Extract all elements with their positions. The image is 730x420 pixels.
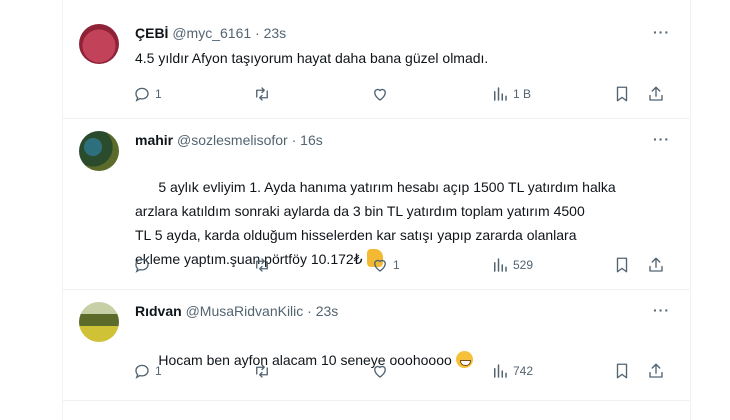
- action-bar: 1 529: [133, 255, 673, 275]
- like-icon: [374, 365, 386, 378]
- retweet-icon: [256, 258, 268, 272]
- share-button[interactable]: [647, 255, 665, 275]
- bookmark-icon: [616, 363, 628, 379]
- display-name[interactable]: Rıdvan: [135, 303, 182, 319]
- views-button[interactable]: 742: [491, 361, 533, 381]
- action-bar: 1 742: [133, 361, 673, 381]
- handle[interactable]: @myc_6161: [172, 25, 251, 41]
- tweet-header: Rıdvan @MusaRidvanKilic · 23s: [135, 302, 338, 320]
- reply-icon: [135, 258, 149, 273]
- views-icon: [494, 364, 507, 378]
- reply-icon: [135, 364, 149, 379]
- views-button[interactable]: 529: [491, 255, 533, 275]
- reply-icon: [135, 87, 149, 102]
- like-icon: [374, 259, 386, 272]
- share-button[interactable]: [647, 361, 665, 381]
- reply-button[interactable]: 1: [133, 84, 162, 104]
- retweet-icon: [256, 364, 268, 378]
- like-button[interactable]: [371, 84, 393, 104]
- bookmark-icon: [616, 86, 628, 102]
- retweet-icon: [256, 87, 268, 101]
- like-count: 1: [393, 258, 400, 272]
- share-icon: [649, 257, 663, 272]
- display-name[interactable]: mahir: [135, 132, 173, 148]
- views-button[interactable]: 1 B: [491, 84, 531, 104]
- display-name[interactable]: ÇEBİ: [135, 25, 168, 41]
- more-options-button[interactable]: ···: [653, 302, 670, 318]
- share-icon: [649, 86, 663, 101]
- more-options-button[interactable]: ···: [653, 131, 670, 147]
- bookmark-button[interactable]: [613, 361, 631, 381]
- tweet[interactable]: Rıdvan @MusaRidvanKilic · 23s ··· Hocam …: [63, 290, 690, 401]
- share-icon: [649, 363, 663, 378]
- views-count: 742: [513, 364, 534, 378]
- views-icon: [494, 87, 507, 101]
- reply-count: 1: [155, 364, 162, 378]
- avatar[interactable]: [79, 131, 119, 171]
- reply-button[interactable]: 1: [133, 361, 162, 381]
- timestamp[interactable]: 23s: [316, 303, 339, 319]
- timeline: ÇEBİ @myc_6161 · 23s ··· 4.5 yıldır Afyo…: [62, 0, 691, 420]
- tweet-header: mahir @sozlesmelisofor · 16s: [135, 131, 323, 149]
- retweet-button[interactable]: [253, 255, 271, 275]
- retweet-button[interactable]: [253, 84, 271, 104]
- tweet[interactable]: ÇEBİ @myc_6161 · 23s ··· 4.5 yıldır Afyo…: [63, 0, 690, 119]
- tweet-text: Hocam ben ayfon alacam 10 seneye ooohooo…: [135, 324, 615, 396]
- tweet-header: ÇEBİ @myc_6161 · 23s: [135, 24, 286, 42]
- handle[interactable]: @MusaRidvanKilic: [186, 303, 304, 319]
- avatar[interactable]: [79, 24, 119, 64]
- timestamp[interactable]: 23s: [264, 25, 287, 41]
- like-button[interactable]: [371, 361, 393, 381]
- views-count: 529: [513, 258, 534, 272]
- action-bar: 1 1 B: [133, 84, 673, 104]
- reply-button[interactable]: [133, 255, 155, 275]
- timestamp[interactable]: 16s: [300, 132, 323, 148]
- tweet[interactable]: mahir @sozlesmelisofor · 16s ··· 5 aylık…: [63, 119, 690, 290]
- tweet-text: 4.5 yıldır Afyon taşıyorum hayat daha ba…: [135, 50, 489, 66]
- like-button[interactable]: 1: [371, 255, 400, 275]
- reply-count: 1: [155, 87, 162, 101]
- separator: ·: [255, 25, 260, 41]
- separator: ·: [291, 132, 297, 148]
- avatar[interactable]: [79, 302, 119, 342]
- bookmark-icon: [616, 257, 628, 273]
- bookmark-button[interactable]: [613, 84, 631, 104]
- views-count: 1 B: [513, 87, 532, 101]
- bookmark-button[interactable]: [613, 255, 631, 275]
- more-options-button[interactable]: ···: [653, 24, 670, 40]
- share-button[interactable]: [647, 84, 665, 104]
- like-icon: [374, 88, 386, 101]
- separator: ·: [307, 303, 312, 319]
- retweet-button[interactable]: [253, 361, 271, 381]
- views-icon: [494, 258, 507, 272]
- handle[interactable]: @sozlesmelisofor: [177, 132, 288, 148]
